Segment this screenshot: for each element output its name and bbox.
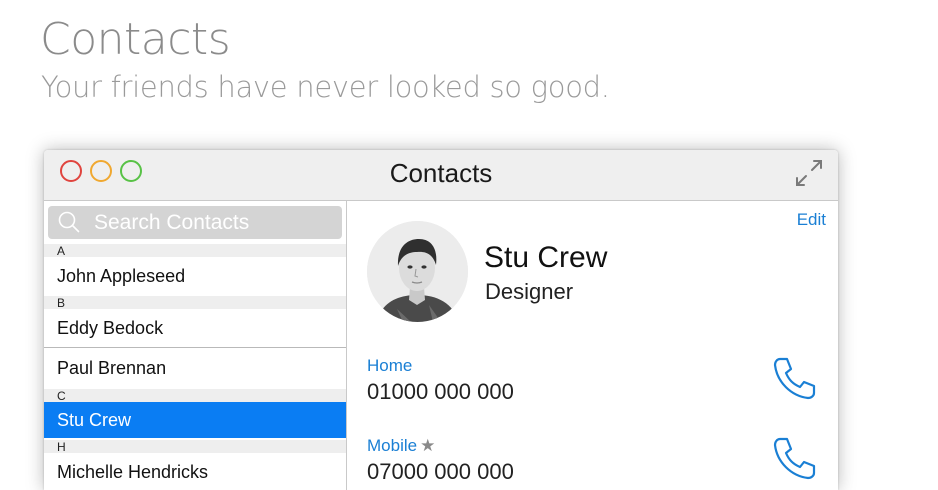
hero-title: Contacts — [40, 14, 231, 65]
contact-row-stu-crew[interactable]: Stu Crew — [44, 402, 346, 438]
contact-row-john-appleseed[interactable]: John Appleseed — [44, 257, 346, 295]
search-placeholder: Search Contacts — [94, 211, 250, 234]
title-bar: Contacts — [44, 150, 838, 201]
field-label-home: Home — [367, 356, 413, 375]
contact-row-paul-brennan[interactable]: Paul Brennan — [44, 349, 346, 387]
avatar-portrait — [367, 221, 468, 322]
contacts-window: Contacts Search Contacts A John Applesee… — [44, 150, 838, 490]
section-header-a: A — [44, 244, 346, 258]
contact-detail-pane: Edit Stu Crew Designer Home 01000 000 00… — [347, 201, 838, 490]
expand-arrows-icon[interactable] — [794, 158, 824, 188]
search-input[interactable]: Search Contacts — [48, 206, 342, 239]
hero-subtitle: Your friends have never looked so good. — [41, 70, 610, 104]
avatar — [367, 221, 468, 322]
contacts-sidebar: Search Contacts A John Appleseed B Eddy … — [44, 201, 347, 490]
contact-role: Designer — [485, 279, 574, 304]
contact-row-michelle-hendricks[interactable]: Michelle Hendricks — [44, 453, 346, 490]
phone-icon[interactable] — [771, 435, 817, 481]
section-header-b: B — [44, 296, 346, 310]
field-value-mobile[interactable]: 07000 000 000 — [367, 459, 514, 485]
phone-icon[interactable] — [771, 355, 817, 401]
edit-button[interactable]: Edit — [797, 210, 826, 230]
section-header-c: C — [44, 389, 346, 403]
window-title: Contacts — [389, 158, 493, 188]
section-header-h: H — [44, 440, 346, 454]
search-icon — [58, 211, 80, 233]
contact-name: Stu Crew — [484, 241, 608, 274]
row-divider — [44, 347, 346, 348]
field-label-mobile: Mobile ★ — [367, 436, 435, 456]
star-icon[interactable]: ★ — [420, 436, 435, 455]
field-label-mobile-text: Mobile — [367, 436, 418, 455]
contact-row-eddy-bedock[interactable]: Eddy Bedock — [44, 309, 346, 347]
field-value-home[interactable]: 01000 000 000 — [367, 379, 514, 405]
